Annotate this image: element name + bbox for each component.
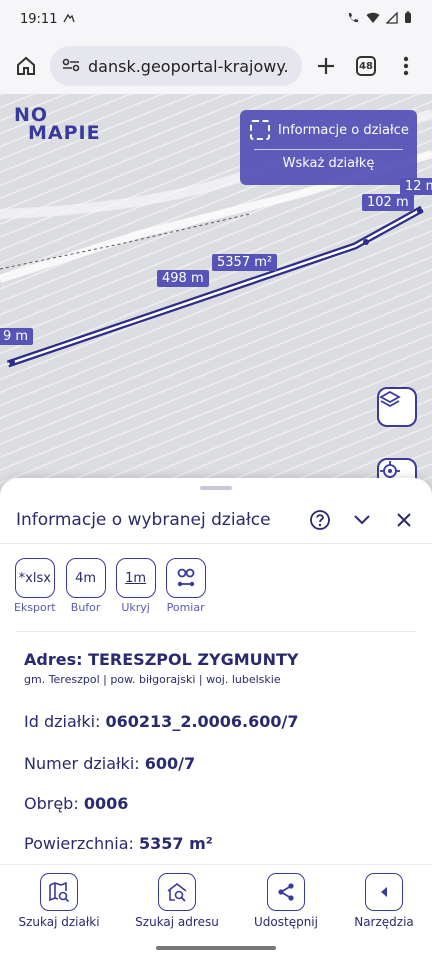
parcel-details-sheet: Informacje o wybranej działce *xlsx Eksp… [0, 478, 432, 864]
cast-icon [63, 12, 76, 27]
tool-label: Ukryj [121, 601, 150, 614]
tool-label: Bufor [70, 601, 101, 614]
help-icon[interactable] [308, 508, 332, 532]
parcel-number-value: 600/7 [144, 754, 196, 773]
select-area-icon [250, 120, 270, 140]
address-block: Adres: TERESZPOL ZYGMUNTY gm. Tereszpol … [24, 650, 416, 686]
nav-label: Udostępnij [254, 915, 318, 929]
nav-tools[interactable]: Narzędzia [346, 873, 422, 929]
nav-label: Szukaj działki [18, 915, 100, 929]
url-text: dansk.geoportal-krajowy.pl [88, 56, 290, 76]
tab-switcher-button[interactable]: 48 [350, 50, 382, 82]
url-bar[interactable]: dansk.geoportal-krajowy.pl [50, 46, 302, 86]
tool-label: Pomiar [166, 601, 205, 614]
divider [254, 149, 403, 150]
address-subtitle: gm. Tereszpol | pow. biłgorajski | woj. … [24, 673, 281, 686]
map-view[interactable]: NO MAPIE Informacje o działce Wskaż dzia… [0, 94, 432, 494]
divider [16, 631, 416, 632]
nav-label: Narzędzia [354, 915, 414, 929]
nav-search-address[interactable]: Szukaj adresu [132, 873, 222, 929]
hide-icon: 1m [115, 558, 156, 598]
nav-label: Szukaj adresu [135, 915, 219, 929]
sheet-drag-handle[interactable] [200, 486, 232, 490]
home-icon[interactable] [10, 50, 42, 82]
layers-button[interactable] [377, 387, 417, 427]
parcel-id-value: 060213_2.0006.600/7 [105, 712, 299, 731]
point-parcel-button[interactable]: Wskaż działkę [240, 156, 417, 171]
status-bar: 19:11 [0, 0, 432, 38]
parcel-vertex [9, 359, 15, 365]
measure-label: 9 m [0, 328, 34, 345]
nav-share[interactable]: Udostępnij [244, 873, 328, 929]
browser-toolbar: dansk.geoportal-krajowy.pl 48 [0, 38, 432, 94]
chevron-down-icon[interactable] [350, 508, 374, 532]
field-parcel-id: Id działki: 060213_2.0006.600/7 [24, 712, 299, 731]
status-time: 19:11 [20, 11, 58, 27]
measure-label: 12 m [400, 178, 432, 195]
site-settings-icon[interactable] [62, 57, 80, 76]
nav-search-parcel[interactable]: Szukaj działki [14, 873, 104, 929]
new-tab-icon[interactable] [310, 50, 342, 82]
tab-count: 48 [356, 56, 376, 76]
measure-button[interactable]: Pomiar [165, 558, 206, 614]
measure-icon [165, 558, 206, 598]
bottom-navigation: Szukaj działki Szukaj adresu Udostępnij … [0, 864, 432, 960]
export-button[interactable]: *xlsx Eksport [14, 558, 56, 614]
parcel-vertex [363, 239, 369, 245]
parcel-info-title: Informacje o działce [278, 122, 409, 138]
close-icon[interactable] [392, 508, 416, 532]
toolbar: *xlsx Eksport 4m Bufor 1m Ukryj Pomiar [14, 558, 206, 614]
export-icon: *xlsx [14, 558, 55, 598]
parcel-vertex [417, 208, 423, 214]
app-logo: NO MAPIE [14, 104, 101, 144]
gesture-bar[interactable] [156, 946, 276, 950]
address-title: Adres: TERESZPOL ZYGMUNTY [24, 650, 299, 669]
battery-icon [404, 11, 412, 27]
hide-button[interactable]: 1m Ukryj [115, 558, 156, 614]
layers-icon [379, 390, 401, 408]
precinct-value: 0006 [83, 794, 129, 813]
field-parcel-number: Numer działki: 600/7 [24, 754, 196, 773]
more-menu-icon[interactable] [390, 50, 422, 82]
signal-icon [385, 10, 398, 27]
field-area: Powierzchnia: 5357 m² [24, 834, 213, 853]
buffer-button[interactable]: 4m Bufor [65, 558, 106, 614]
buffer-icon: 4m [65, 558, 106, 598]
area-value: 5357 m² [139, 834, 213, 853]
chevron-left-icon [365, 873, 403, 911]
measure-label: 102 m [362, 194, 414, 211]
sheet-title: Informacje o wybranej działce [16, 509, 271, 530]
area-label: 5357 m² [212, 254, 278, 271]
measure-label: 498 m [157, 270, 209, 287]
share-icon [267, 873, 305, 911]
map-search-icon [40, 873, 78, 911]
field-precinct: Obręb: 0006 [24, 794, 129, 813]
wifi-icon [366, 12, 380, 27]
parcel-info-card[interactable]: Informacje o działce Wskaż działkę [240, 110, 417, 185]
call-icon [346, 11, 360, 28]
tool-label: Eksport [14, 601, 56, 614]
sheet-header: Informacje o wybranej działce [0, 496, 432, 544]
parcel-info-header[interactable]: Informacje o działce [240, 110, 417, 140]
home-search-icon [158, 873, 196, 911]
